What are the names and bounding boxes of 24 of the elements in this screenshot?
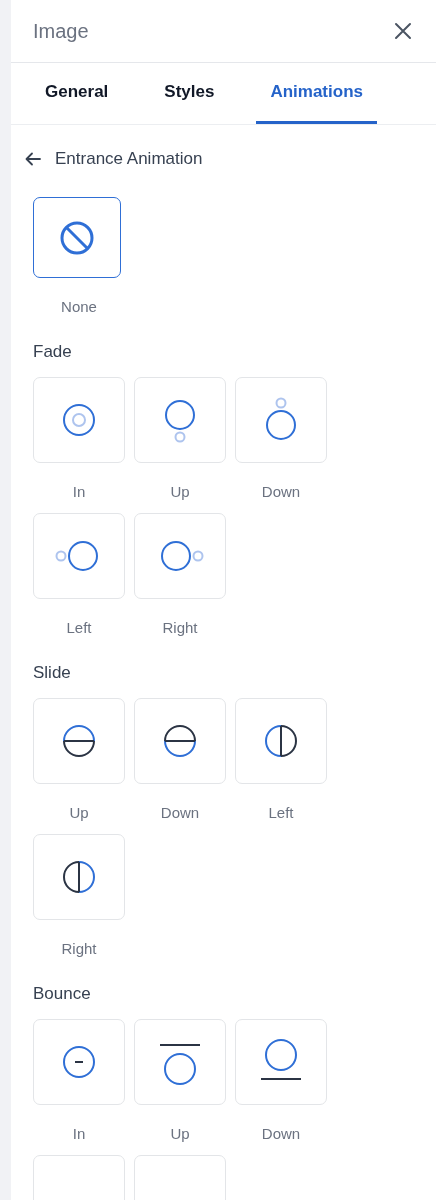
back-arrow-icon[interactable]: [25, 152, 41, 166]
option-label: Down: [160, 804, 200, 822]
option-label: Up: [170, 1125, 190, 1143]
option-label: In: [72, 1125, 86, 1143]
option-label: None: [61, 298, 97, 316]
option-label: Left: [66, 619, 92, 637]
panel-title: Image: [33, 19, 89, 43]
close-icon[interactable]: [394, 22, 412, 40]
section-heading: Entrance Animation: [55, 149, 203, 169]
option-label: Down: [261, 483, 301, 501]
tab[interactable]: General: [31, 63, 123, 124]
animation-option[interactable]: [33, 197, 121, 278]
option-label: Up: [170, 483, 190, 501]
group-heading: Slide: [32, 662, 72, 684]
tab[interactable]: Styles: [150, 63, 229, 124]
option-label: Right: [162, 619, 198, 637]
option-label: Left: [268, 804, 294, 822]
option-label: Up: [69, 804, 89, 822]
option-label: Down: [261, 1125, 301, 1143]
option-label: Right: [61, 940, 97, 958]
tab[interactable]: Animations: [256, 63, 377, 124]
group-heading: Bounce: [32, 983, 92, 1005]
option-label: In: [72, 483, 86, 501]
group-heading: Fade: [32, 341, 73, 363]
